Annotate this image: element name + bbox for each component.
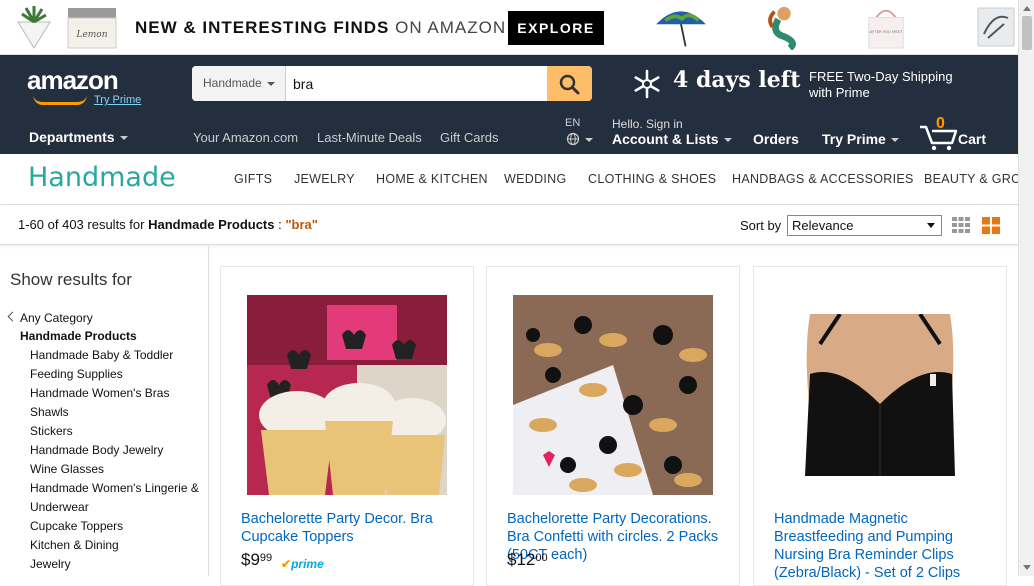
sidebar-item-underwear[interactable]: Underwear [30,500,89,514]
search-button[interactable] [547,66,592,101]
sidebar-any-category[interactable]: Any Category [20,311,93,325]
sidebar-item-wine-glasses[interactable]: Wine Glasses [30,462,104,476]
candle-jar-thumbnail: Lemon [67,8,117,49]
sidebar-item-body-jewelry[interactable]: Handmade Body Jewelry [30,443,163,457]
account-lists-menu[interactable]: Account & Lists [612,131,732,147]
handmade-cat-clothing-shoes[interactable]: CLOTHING & SHOES [588,172,716,186]
sidebar-item-feeding-supplies[interactable]: Feeding Supplies [30,367,123,381]
sidebar-item-baby-toddler[interactable]: Handmade Baby & Toddler [30,348,173,362]
search-bar: Handmade [192,66,592,101]
chevron-down-icon [266,81,275,86]
chevron-down-icon [927,223,935,228]
product-image-nursing-bra[interactable] [780,314,980,476]
try-prime-menu[interactable]: Try Prime [822,131,899,147]
handmade-cat-handbags[interactable]: HANDBAGS & ACCESSORIES [732,172,914,186]
plant-pot-thumbnail [17,6,51,49]
sidebar-item-cupcake-toppers[interactable]: Cupcake Toppers [30,519,123,533]
chevron-down-icon [723,138,732,143]
sort-select[interactable]: Relevance [787,215,942,236]
explore-button[interactable]: EXPLORE [508,11,604,45]
cart-label: Cart [958,131,987,147]
chevron-down-icon [890,138,899,143]
orders-link[interactable]: Orders [753,131,799,147]
tote-bag-thumbnail: AFTER YOU MEET [868,9,904,49]
sidebar-item-shawls[interactable]: Shawls [30,405,69,419]
snowflake-icon [634,69,660,99]
product-card[interactable]: Bachelorette Party Decor. Bra Cupcake To… [220,266,474,586]
language-selector[interactable]: EN [565,117,580,129]
departments-menu[interactable]: Departments [29,129,128,145]
handmade-subnav: Handmade GIFTS JEWELRY HOME & KITCHEN WE… [0,154,1018,205]
scroll-up-icon[interactable] [1023,6,1031,11]
globe-icon[interactable] [566,132,594,146]
sidebar-item-stickers[interactable]: Stickers [30,424,73,438]
checkmark-icon: ✔ [281,557,292,571]
mermaid-thumbnail [768,6,796,50]
chevron-left-icon [7,311,18,322]
grid-view-icon[interactable] [982,217,1000,234]
page-scrollbar[interactable] [1018,0,1034,576]
promo-banner[interactable]: Lemon NEW & INTERESTING FINDS ON AMAZON … [0,0,1018,55]
sidebar-handmade-products[interactable]: Handmade Products [20,329,137,343]
svg-text:AFTER YOU MEET: AFTER YOU MEET [869,29,903,34]
product-title[interactable]: Handmade Magnetic Breastfeeding and Pump… [774,510,999,582]
list-view-icon[interactable] [952,217,970,233]
scroll-down-icon[interactable] [1023,565,1031,570]
scrollbar-thumb[interactable] [1022,16,1032,50]
prime-badge: ✔prime [281,557,324,571]
handmade-cat-beauty[interactable]: BEAUTY & GROC [924,172,1018,186]
free-shipping-text[interactable]: FREE Two-Day Shipping with Prime [809,69,979,101]
product-card[interactable]: Bachelorette Party Decorations. Bra Conf… [486,266,740,586]
svg-text:Lemon: Lemon [75,30,107,40]
cart-count: 0 [936,115,945,132]
product-card[interactable]: Handmade Magnetic Breastfeeding and Pump… [753,266,1007,586]
sidebar-heading: Show results for [10,270,132,289]
sort-by-label: Sort by [740,218,782,233]
product-title[interactable]: Bachelorette Party Decor. Bra Cupcake To… [241,510,466,546]
results-bar: 1-60 of 403 results for Handmade Product… [0,205,1018,245]
nav-link-deals[interactable]: Last-Minute Deals [317,130,422,145]
handmade-cat-wedding[interactable]: WEDDING [504,172,567,186]
umbrella-thumbnail [656,11,706,47]
search-input[interactable] [287,66,547,101]
smile-arrow-icon [33,95,87,105]
sidebar-item-lingerie[interactable]: Handmade Women's Lingerie & [30,481,199,495]
promo-text: NEW & INTERESTING FINDS ON AMAZON [135,18,507,37]
product-price: $999 [241,550,273,569]
product-price: $1200 [507,550,548,569]
countdown-text[interactable]: 4 days left [673,67,800,93]
handmade-logo[interactable]: Handmade [28,162,176,193]
sidebar-item-womens-bras[interactable]: Handmade Women's Bras [30,386,169,400]
chevron-down-icon [119,136,128,141]
sidebar-item-kitchen-dining[interactable]: Kitchen & Dining [30,538,119,552]
product-image-confetti[interactable] [513,295,713,495]
nav-link-your-amazon[interactable]: Your Amazon.com [193,130,298,145]
sign-in-greeting[interactable]: Hello. Sign in [612,117,683,131]
sidebar-item-jewelry[interactable]: Jewelry [30,557,71,571]
main-nav: amazon Try Prime Handmade 4 days left FR… [0,55,1018,154]
handmade-cat-home-kitchen[interactable]: HOME & KITCHEN [376,172,488,186]
product-image-cupcakes[interactable] [247,295,447,495]
search-category-select[interactable]: Handmade [192,66,286,101]
amazon-logo[interactable]: amazon Try Prime [27,65,141,106]
handmade-cat-jewelry[interactable]: JEWELRY [294,172,355,186]
pillow-thumbnail [977,7,1015,47]
try-prime-link[interactable]: Try Prime [94,94,141,106]
nav-link-gift-cards[interactable]: Gift Cards [440,130,499,145]
search-icon [559,74,580,95]
refinement-sidebar: Show results for Any Category Handmade P… [0,246,209,576]
results-count: 1-60 of 403 results for Handmade Product… [18,217,318,232]
handmade-cat-gifts[interactable]: GIFTS [234,172,272,186]
